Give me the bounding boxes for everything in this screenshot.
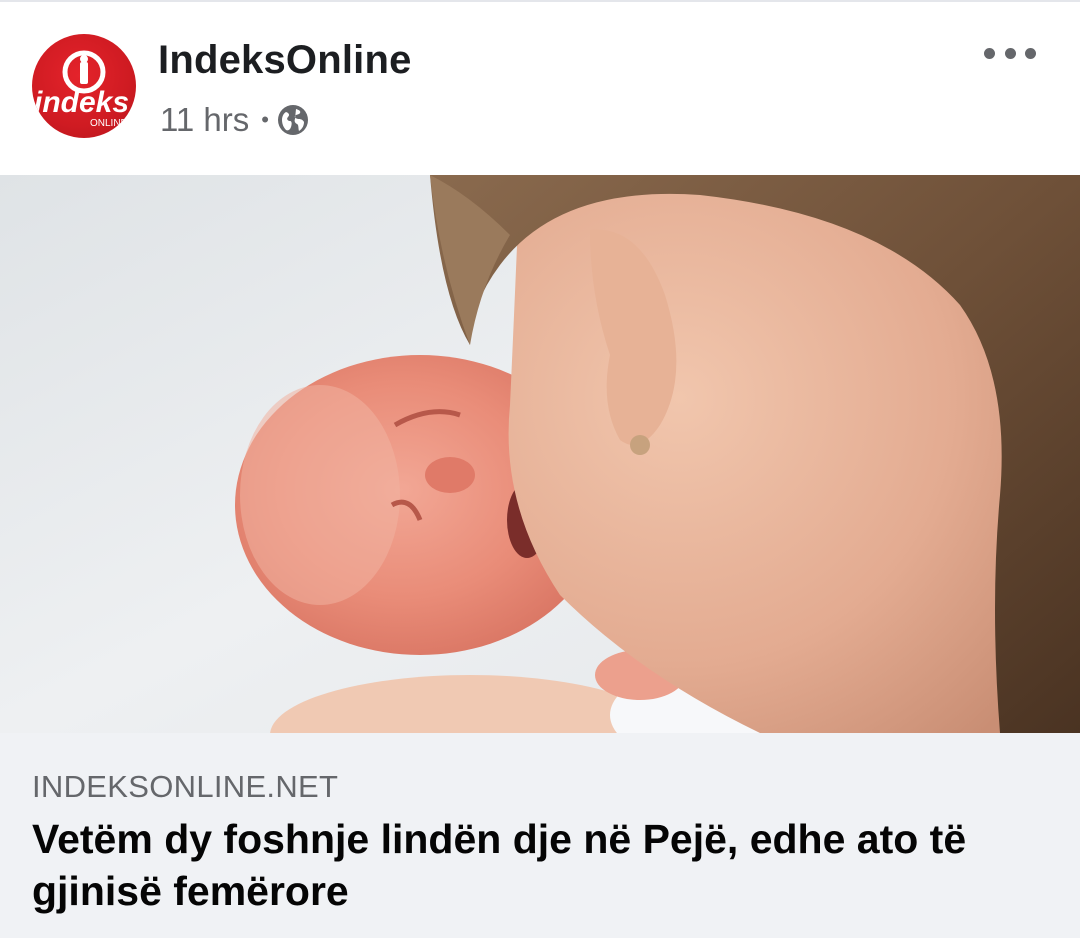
avatar[interactable]: indeks ONLINE xyxy=(32,34,136,138)
svg-text:indeks: indeks xyxy=(34,86,129,119)
more-options-button[interactable] xyxy=(984,38,1036,68)
post-meta: 11 hrs • xyxy=(160,100,309,140)
more-dot-icon xyxy=(984,47,995,59)
link-headline[interactable]: Vetëm dy foshnje lindën dje në Pejë, edh… xyxy=(32,813,1042,917)
link-domain: INDEKSONLINE.NET xyxy=(32,769,339,804)
globe-icon xyxy=(277,104,309,136)
more-dot-icon xyxy=(1025,47,1036,59)
mother-baby-photo xyxy=(0,175,1080,733)
link-preview[interactable]: INDEKSONLINE.NET Vetëm dy foshnje lindën… xyxy=(0,733,1080,938)
svg-text:ONLINE: ONLINE xyxy=(90,118,128,129)
post-header: indeks ONLINE IndeksOnline 11 hrs • xyxy=(0,0,1080,175)
post-time[interactable]: 11 hrs xyxy=(160,101,249,139)
meta-separator: • xyxy=(261,107,269,132)
page-name[interactable]: IndeksOnline xyxy=(158,38,412,83)
more-dot-icon xyxy=(1004,47,1016,59)
post-photo[interactable] xyxy=(0,175,1080,733)
indeks-logo-icon: indeks ONLINE xyxy=(34,50,129,129)
